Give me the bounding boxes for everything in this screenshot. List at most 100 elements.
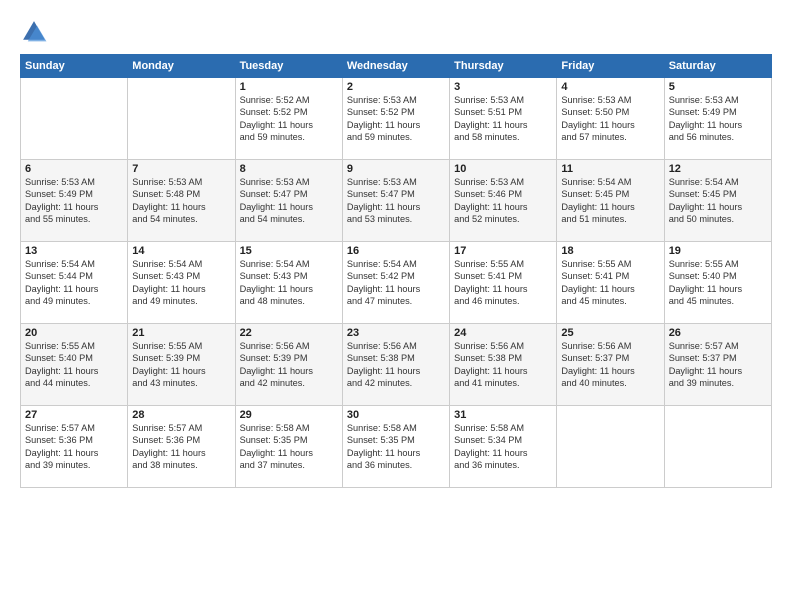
day-cell-6: 6Sunrise: 5:53 AM Sunset: 5:49 PM Daylig… <box>21 160 128 242</box>
weekday-header-thursday: Thursday <box>450 55 557 78</box>
page-header <box>20 18 772 46</box>
day-info: Sunrise: 5:53 AM Sunset: 5:46 PM Dayligh… <box>454 176 552 226</box>
day-cell-28: 28Sunrise: 5:57 AM Sunset: 5:36 PM Dayli… <box>128 406 235 488</box>
day-info: Sunrise: 5:54 AM Sunset: 5:45 PM Dayligh… <box>669 176 767 226</box>
day-cell-23: 23Sunrise: 5:56 AM Sunset: 5:38 PM Dayli… <box>342 324 449 406</box>
day-info: Sunrise: 5:52 AM Sunset: 5:52 PM Dayligh… <box>240 94 338 144</box>
day-cell-7: 7Sunrise: 5:53 AM Sunset: 5:48 PM Daylig… <box>128 160 235 242</box>
empty-cell <box>664 406 771 488</box>
day-cell-13: 13Sunrise: 5:54 AM Sunset: 5:44 PM Dayli… <box>21 242 128 324</box>
week-row-1: 1Sunrise: 5:52 AM Sunset: 5:52 PM Daylig… <box>21 78 772 160</box>
day-cell-31: 31Sunrise: 5:58 AM Sunset: 5:34 PM Dayli… <box>450 406 557 488</box>
day-info: Sunrise: 5:53 AM Sunset: 5:52 PM Dayligh… <box>347 94 445 144</box>
day-number: 27 <box>25 409 123 421</box>
day-number: 31 <box>454 409 552 421</box>
day-cell-18: 18Sunrise: 5:55 AM Sunset: 5:41 PM Dayli… <box>557 242 664 324</box>
day-info: Sunrise: 5:53 AM Sunset: 5:49 PM Dayligh… <box>669 94 767 144</box>
day-number: 9 <box>347 163 445 175</box>
weekday-header-saturday: Saturday <box>664 55 771 78</box>
day-cell-24: 24Sunrise: 5:56 AM Sunset: 5:38 PM Dayli… <box>450 324 557 406</box>
day-info: Sunrise: 5:55 AM Sunset: 5:40 PM Dayligh… <box>669 258 767 308</box>
day-number: 19 <box>669 245 767 257</box>
day-number: 4 <box>561 81 659 93</box>
day-cell-21: 21Sunrise: 5:55 AM Sunset: 5:39 PM Dayli… <box>128 324 235 406</box>
day-info: Sunrise: 5:53 AM Sunset: 5:47 PM Dayligh… <box>347 176 445 226</box>
day-number: 20 <box>25 327 123 339</box>
calendar-body: 1Sunrise: 5:52 AM Sunset: 5:52 PM Daylig… <box>21 78 772 488</box>
day-cell-11: 11Sunrise: 5:54 AM Sunset: 5:45 PM Dayli… <box>557 160 664 242</box>
day-number: 1 <box>240 81 338 93</box>
empty-cell <box>128 78 235 160</box>
day-number: 24 <box>454 327 552 339</box>
day-info: Sunrise: 5:53 AM Sunset: 5:47 PM Dayligh… <box>240 176 338 226</box>
day-info: Sunrise: 5:55 AM Sunset: 5:41 PM Dayligh… <box>561 258 659 308</box>
day-info: Sunrise: 5:56 AM Sunset: 5:38 PM Dayligh… <box>347 340 445 390</box>
day-number: 6 <box>25 163 123 175</box>
day-cell-3: 3Sunrise: 5:53 AM Sunset: 5:51 PM Daylig… <box>450 78 557 160</box>
day-number: 2 <box>347 81 445 93</box>
day-info: Sunrise: 5:58 AM Sunset: 5:35 PM Dayligh… <box>240 422 338 472</box>
day-cell-2: 2Sunrise: 5:53 AM Sunset: 5:52 PM Daylig… <box>342 78 449 160</box>
day-number: 13 <box>25 245 123 257</box>
day-cell-16: 16Sunrise: 5:54 AM Sunset: 5:42 PM Dayli… <box>342 242 449 324</box>
day-info: Sunrise: 5:57 AM Sunset: 5:36 PM Dayligh… <box>132 422 230 472</box>
day-cell-15: 15Sunrise: 5:54 AM Sunset: 5:43 PM Dayli… <box>235 242 342 324</box>
day-cell-12: 12Sunrise: 5:54 AM Sunset: 5:45 PM Dayli… <box>664 160 771 242</box>
week-row-2: 6Sunrise: 5:53 AM Sunset: 5:49 PM Daylig… <box>21 160 772 242</box>
day-number: 11 <box>561 163 659 175</box>
day-number: 26 <box>669 327 767 339</box>
day-cell-27: 27Sunrise: 5:57 AM Sunset: 5:36 PM Dayli… <box>21 406 128 488</box>
day-cell-14: 14Sunrise: 5:54 AM Sunset: 5:43 PM Dayli… <box>128 242 235 324</box>
day-number: 23 <box>347 327 445 339</box>
calendar-header: SundayMondayTuesdayWednesdayThursdayFrid… <box>21 55 772 78</box>
weekday-header-tuesday: Tuesday <box>235 55 342 78</box>
weekday-header-friday: Friday <box>557 55 664 78</box>
day-number: 5 <box>669 81 767 93</box>
day-number: 29 <box>240 409 338 421</box>
day-cell-4: 4Sunrise: 5:53 AM Sunset: 5:50 PM Daylig… <box>557 78 664 160</box>
day-number: 15 <box>240 245 338 257</box>
day-number: 25 <box>561 327 659 339</box>
day-info: Sunrise: 5:53 AM Sunset: 5:48 PM Dayligh… <box>132 176 230 226</box>
day-info: Sunrise: 5:57 AM Sunset: 5:37 PM Dayligh… <box>669 340 767 390</box>
day-number: 10 <box>454 163 552 175</box>
day-cell-9: 9Sunrise: 5:53 AM Sunset: 5:47 PM Daylig… <box>342 160 449 242</box>
day-info: Sunrise: 5:56 AM Sunset: 5:37 PM Dayligh… <box>561 340 659 390</box>
day-info: Sunrise: 5:53 AM Sunset: 5:50 PM Dayligh… <box>561 94 659 144</box>
day-number: 7 <box>132 163 230 175</box>
day-number: 3 <box>454 81 552 93</box>
weekday-header-sunday: Sunday <box>21 55 128 78</box>
day-number: 16 <box>347 245 445 257</box>
day-info: Sunrise: 5:56 AM Sunset: 5:38 PM Dayligh… <box>454 340 552 390</box>
day-number: 18 <box>561 245 659 257</box>
logo <box>20 18 52 46</box>
day-info: Sunrise: 5:54 AM Sunset: 5:45 PM Dayligh… <box>561 176 659 226</box>
day-number: 21 <box>132 327 230 339</box>
day-cell-8: 8Sunrise: 5:53 AM Sunset: 5:47 PM Daylig… <box>235 160 342 242</box>
day-info: Sunrise: 5:54 AM Sunset: 5:44 PM Dayligh… <box>25 258 123 308</box>
day-info: Sunrise: 5:55 AM Sunset: 5:41 PM Dayligh… <box>454 258 552 308</box>
day-cell-30: 30Sunrise: 5:58 AM Sunset: 5:35 PM Dayli… <box>342 406 449 488</box>
day-info: Sunrise: 5:53 AM Sunset: 5:51 PM Dayligh… <box>454 94 552 144</box>
day-cell-25: 25Sunrise: 5:56 AM Sunset: 5:37 PM Dayli… <box>557 324 664 406</box>
empty-cell <box>21 78 128 160</box>
day-cell-10: 10Sunrise: 5:53 AM Sunset: 5:46 PM Dayli… <box>450 160 557 242</box>
day-number: 28 <box>132 409 230 421</box>
logo-icon <box>20 18 48 46</box>
calendar-table: SundayMondayTuesdayWednesdayThursdayFrid… <box>20 54 772 488</box>
day-cell-19: 19Sunrise: 5:55 AM Sunset: 5:40 PM Dayli… <box>664 242 771 324</box>
weekday-header-wednesday: Wednesday <box>342 55 449 78</box>
day-info: Sunrise: 5:54 AM Sunset: 5:43 PM Dayligh… <box>240 258 338 308</box>
day-cell-17: 17Sunrise: 5:55 AM Sunset: 5:41 PM Dayli… <box>450 242 557 324</box>
day-number: 30 <box>347 409 445 421</box>
day-info: Sunrise: 5:53 AM Sunset: 5:49 PM Dayligh… <box>25 176 123 226</box>
day-cell-22: 22Sunrise: 5:56 AM Sunset: 5:39 PM Dayli… <box>235 324 342 406</box>
day-number: 17 <box>454 245 552 257</box>
weekday-header-monday: Monday <box>128 55 235 78</box>
calendar-page: SundayMondayTuesdayWednesdayThursdayFrid… <box>0 0 792 612</box>
day-cell-20: 20Sunrise: 5:55 AM Sunset: 5:40 PM Dayli… <box>21 324 128 406</box>
day-cell-5: 5Sunrise: 5:53 AM Sunset: 5:49 PM Daylig… <box>664 78 771 160</box>
day-info: Sunrise: 5:58 AM Sunset: 5:34 PM Dayligh… <box>454 422 552 472</box>
week-row-5: 27 Sunrise: 5:57 AM Sunset: 5:36 PM Dayli… <box>21 406 772 488</box>
day-cell-1: 1Sunrise: 5:52 AM Sunset: 5:52 PM Daylig… <box>235 78 342 160</box>
